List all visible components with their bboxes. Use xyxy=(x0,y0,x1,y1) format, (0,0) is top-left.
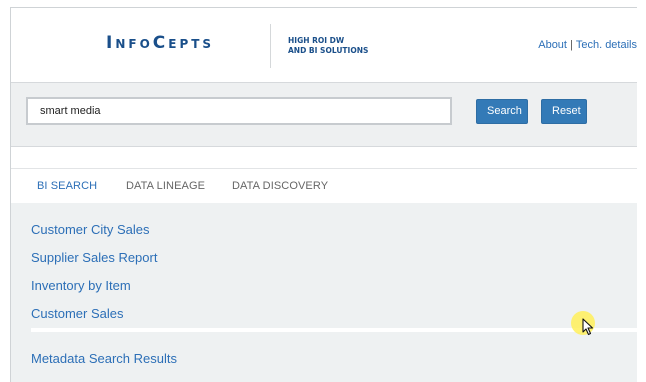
reset-button[interactable]: Reset xyxy=(541,99,587,124)
about-link[interactable]: About xyxy=(538,39,567,51)
result-link-customer-city-sales[interactable]: Customer City Sales xyxy=(31,222,149,237)
infocepts-logo[interactable]: InfoCepts xyxy=(106,33,214,53)
tagline-line-1: HIGH ROI DW xyxy=(288,36,345,45)
search-bar: Search Reset xyxy=(11,82,637,147)
result-link-inventory-by-item[interactable]: Inventory by Item xyxy=(31,278,131,293)
tagline-line-2: AND BI SOLUTIONS xyxy=(288,46,369,55)
top-links: About | Tech. details xyxy=(538,39,637,51)
app-window: InfoCepts HIGH ROI DW AND BI SOLUTIONS A… xyxy=(10,7,637,382)
mouse-pointer-icon xyxy=(582,318,594,341)
search-button[interactable]: Search xyxy=(476,99,528,124)
tab-bi-search[interactable]: BI SEARCH xyxy=(37,180,97,192)
logo-divider xyxy=(270,24,271,68)
tab-bar: BI SEARCH DATA LINEAGE DATA DISCOVERY xyxy=(11,168,637,204)
search-input[interactable] xyxy=(26,97,452,125)
result-link-supplier-sales-report[interactable]: Supplier Sales Report xyxy=(31,250,157,265)
site-header: InfoCepts HIGH ROI DW AND BI SOLUTIONS A… xyxy=(11,8,637,82)
results-divider xyxy=(31,328,637,332)
tab-data-lineage[interactable]: DATA LINEAGE xyxy=(126,180,205,192)
results-panel: Customer City Sales Supplier Sales Repor… xyxy=(11,203,637,382)
tab-data-discovery[interactable]: DATA DISCOVERY xyxy=(232,180,328,192)
result-link-customer-sales[interactable]: Customer Sales xyxy=(31,306,123,321)
links-separator: | xyxy=(569,39,573,51)
tagline: HIGH ROI DW AND BI SOLUTIONS xyxy=(288,36,368,56)
tech-details-link[interactable]: Tech. details xyxy=(576,39,637,51)
metadata-search-results-heading[interactable]: Metadata Search Results xyxy=(31,351,177,366)
